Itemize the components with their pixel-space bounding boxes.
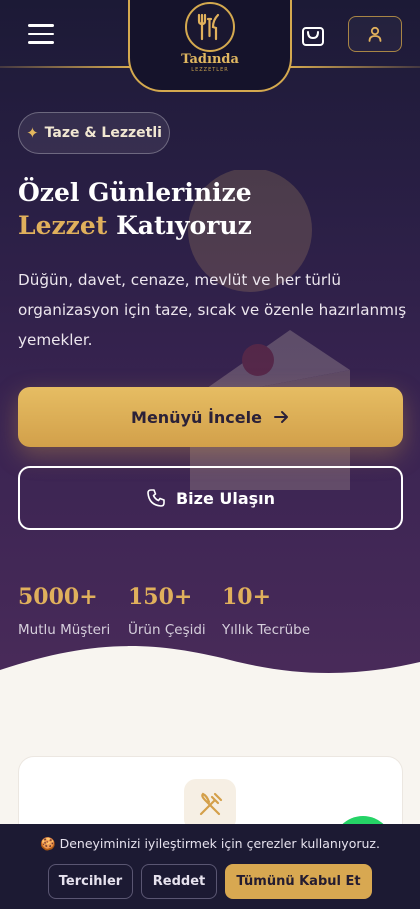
- badge-label: Taze & Lezzetli: [44, 125, 162, 141]
- cookie-reject-label: Reddet: [152, 874, 206, 889]
- view-menu-label: Menüyü İncele: [131, 407, 262, 427]
- hero-title-line1: Özel Günlerinize: [18, 178, 252, 207]
- stat-experience: 10+ Yıllık Tecrübe: [222, 584, 310, 638]
- cookie-message: 🍪 Deneyiminizi iyileştirmek için çerezle…: [0, 836, 420, 852]
- view-menu-button[interactable]: Menüyü İncele: [18, 387, 403, 447]
- hero-title-rest: Katıyoruz: [116, 211, 252, 240]
- logo-subtitle: LEZZETLER: [191, 67, 229, 73]
- logo-emblem: [185, 2, 235, 52]
- fork-knife-icon: [199, 792, 223, 816]
- top-header: Tadında LEZZETLER: [0, 0, 420, 96]
- contact-us-button[interactable]: Bize Ulaşın: [18, 466, 403, 530]
- arrow-right-icon: [273, 411, 288, 423]
- stat-value: 10+: [222, 584, 272, 610]
- hero-title-highlight: Lezzet: [18, 211, 108, 240]
- hero-title: Özel Günlerinize Lezzet Katıyoruz: [18, 176, 398, 242]
- sparkle-icon: ✦: [26, 124, 39, 142]
- user-account-button[interactable]: [348, 16, 402, 52]
- hamburger-menu-button[interactable]: [28, 24, 54, 46]
- user-icon: [368, 26, 382, 42]
- cookie-accept-all-button[interactable]: Tümünü Kabul Et: [225, 864, 372, 899]
- hero-wave-divider: [0, 646, 420, 700]
- header-gold-line-right: [290, 66, 420, 68]
- stat-label: Yıllık Tecrübe: [222, 622, 311, 638]
- cookie-preferences-button[interactable]: Tercihler: [48, 864, 133, 899]
- logo-name: Tadında: [181, 52, 239, 67]
- cookie-preferences-label: Tercihler: [58, 874, 123, 889]
- contact-us-label: Bize Ulaşın: [175, 488, 276, 508]
- cart-button[interactable]: [300, 20, 326, 48]
- taze-badge: ✦ Taze & Lezzetli: [18, 112, 170, 154]
- hero-description: Düğün, davet, cenaze, mevlüt ve her türl…: [18, 271, 407, 349]
- cookie-icon: 🍪: [40, 836, 56, 851]
- stat-customers: 5000+ Mutlu Müşteri: [18, 584, 110, 638]
- stat-label: Ürün Çeşidi: [128, 622, 206, 638]
- cookie-reject-button[interactable]: Reddet: [141, 864, 217, 899]
- stat-products: 150+ Ürün Çeşidi: [128, 584, 206, 638]
- menu-icon: [28, 24, 54, 27]
- cookie-text: Deneyiminizi iyileştirmek için çerezler …: [59, 836, 380, 851]
- stat-label: Mutlu Müşteri: [18, 622, 111, 638]
- phone-icon: [147, 489, 165, 507]
- cart-icon: [302, 27, 324, 46]
- stat-value: 150+: [128, 584, 193, 610]
- stat-value: 5000+: [18, 584, 98, 610]
- cookie-accept-label: Tümünü Kabul Et: [236, 874, 361, 889]
- header-gold-line-left: [0, 66, 130, 68]
- fork-knife-icon: [197, 13, 220, 41]
